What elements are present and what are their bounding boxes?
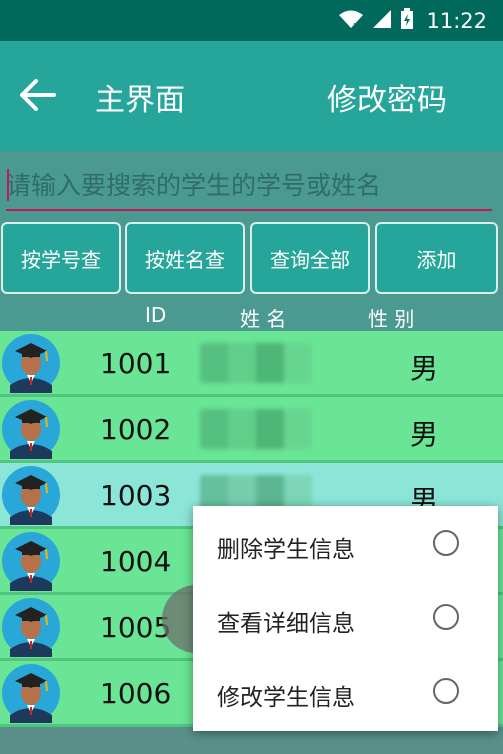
radio-button[interactable] bbox=[433, 678, 459, 704]
graduate-avatar-icon bbox=[0, 399, 62, 459]
context-menu: 删除学生信息 查看详细信息 修改学生信息 bbox=[193, 506, 498, 731]
menu-item-delete-student[interactable]: 删除学生信息 bbox=[193, 508, 498, 582]
row-id: 1006 bbox=[100, 677, 172, 710]
search-input[interactable] bbox=[6, 161, 492, 211]
arrow-back-icon[interactable] bbox=[20, 79, 56, 111]
radio-button[interactable] bbox=[433, 604, 459, 630]
row-gender: 男 bbox=[410, 418, 439, 451]
row-id: 1003 bbox=[100, 479, 172, 512]
button-row: 按学号查 按姓名查 查询全部 添加 bbox=[0, 219, 503, 299]
header-id: ID bbox=[145, 303, 167, 327]
name-obscured bbox=[200, 409, 312, 449]
name-obscured bbox=[200, 343, 312, 383]
menu-item-edit-student[interactable]: 修改学生信息 bbox=[193, 656, 498, 730]
change-password-button[interactable]: 修改密码 bbox=[327, 75, 447, 119]
battery-icon bbox=[400, 7, 414, 34]
table-row[interactable]: 1001 男 bbox=[0, 331, 503, 397]
svg-text:x: x bbox=[353, 21, 359, 29]
menu-item-label: 查看详细信息 bbox=[217, 611, 355, 637]
graduate-avatar-icon bbox=[0, 333, 62, 393]
header-name: 姓 名 bbox=[240, 307, 287, 331]
text-cursor bbox=[7, 169, 9, 201]
search-area bbox=[0, 151, 503, 219]
row-id: 1004 bbox=[100, 545, 172, 578]
page-title: 主界面 bbox=[95, 83, 185, 118]
app-bar: 主界面 修改密码 bbox=[0, 41, 503, 151]
graduate-avatar-icon bbox=[0, 531, 62, 591]
row-id: 1005 bbox=[100, 611, 172, 644]
menu-item-view-details[interactable]: 查看详细信息 bbox=[193, 582, 498, 656]
header-gender: 性 别 bbox=[368, 307, 415, 331]
status-bar: x 11:22 bbox=[0, 0, 503, 41]
search-by-id-button[interactable]: 按学号查 bbox=[1, 222, 121, 294]
table-header: ID 姓 名 性 别 bbox=[0, 299, 503, 331]
clock-time: 11:22 bbox=[426, 8, 487, 33]
table-row[interactable]: 1002 男 bbox=[0, 397, 503, 463]
row-gender: 男 bbox=[410, 352, 439, 385]
search-by-name-button[interactable]: 按姓名查 bbox=[125, 222, 245, 294]
graduate-avatar-icon bbox=[0, 597, 62, 657]
menu-item-label: 修改学生信息 bbox=[217, 685, 355, 711]
add-button[interactable]: 添加 bbox=[375, 222, 498, 294]
wifi-icon: x bbox=[338, 9, 364, 33]
graduate-avatar-icon bbox=[0, 465, 62, 525]
signal-icon bbox=[372, 9, 392, 33]
menu-item-label: 删除学生信息 bbox=[217, 537, 355, 563]
radio-button[interactable] bbox=[433, 530, 459, 556]
row-id: 1002 bbox=[100, 413, 172, 446]
query-all-button[interactable]: 查询全部 bbox=[250, 222, 370, 294]
row-id: 1001 bbox=[100, 347, 172, 380]
graduate-avatar-icon bbox=[0, 663, 62, 723]
